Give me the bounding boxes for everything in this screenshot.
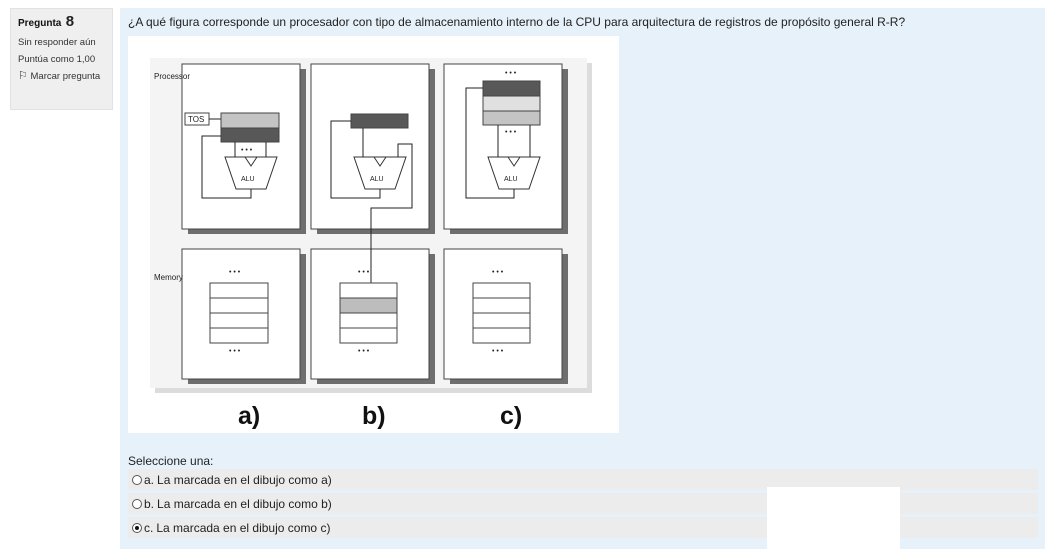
answer-label-a: La marcada en el dibujo como a)	[157, 472, 332, 487]
answer-option-c[interactable]: c. La marcada en el dibujo como c)	[128, 517, 1038, 538]
flag-question-link[interactable]: ⚐ Marcar pregunta	[18, 71, 105, 82]
stack-cell	[220, 112, 280, 129]
memory-cell	[339, 282, 398, 299]
question-number: 8	[65, 13, 75, 30]
memory-cell	[472, 282, 531, 299]
ellipsis: • • •	[492, 269, 504, 276]
question-score: Puntúa como 1,00	[18, 54, 96, 65]
ellipsis: • • •	[241, 147, 253, 154]
register	[482, 95, 541, 112]
answer-prefix-b: b.	[144, 496, 155, 511]
ellipsis: • • •	[358, 348, 370, 355]
stack-cell-top	[220, 127, 280, 143]
answer-label-c: La marcada en el dibujo como c)	[156, 520, 331, 535]
memory-label: Memory	[154, 273, 183, 282]
question-status: Sin responder aún	[18, 37, 96, 48]
accumulator-register	[350, 113, 409, 129]
memory-cell	[339, 327, 398, 344]
memory-cell	[209, 327, 269, 344]
select-one-prompt: Seleccione una:	[128, 454, 214, 468]
memory-cell	[472, 312, 531, 329]
register	[482, 80, 541, 97]
architecture-diagram: Processor Memory TOS • • • ALU ALU • • •…	[150, 58, 592, 430]
caption-c: c)	[500, 402, 522, 430]
ellipsis: • • •	[358, 269, 370, 276]
processor-panel-b	[310, 63, 430, 230]
memory-cell	[472, 297, 531, 314]
alu-label: ALU	[241, 176, 255, 183]
memory-cell	[209, 282, 269, 299]
alu-label: ALU	[370, 176, 384, 183]
ellipsis: • • •	[229, 348, 241, 355]
flag-icon: ⚐	[18, 70, 28, 82]
overlay-blank-box	[767, 487, 900, 557]
radio-button-c[interactable]	[132, 522, 142, 533]
memory-cell	[339, 312, 398, 329]
answer-option-b[interactable]: b. La marcada en el dibujo como b)	[128, 493, 1038, 514]
answer-prefix-a: a.	[144, 472, 155, 487]
ellipsis: • • •	[505, 129, 517, 136]
question-content: ¿A qué figura corresponde un procesador …	[120, 8, 1045, 549]
question-title-label: Pregunta	[18, 18, 62, 29]
caption-a: a)	[238, 402, 260, 430]
memory-cell	[209, 297, 269, 314]
caption-b: b)	[362, 402, 386, 430]
question-heading: Pregunta 8	[18, 13, 105, 31]
answer-option-a[interactable]: a. La marcada en el dibujo como a)	[128, 469, 1038, 490]
radio-button-a[interactable]	[132, 474, 142, 485]
answer-prefix-c: c.	[144, 520, 154, 535]
ellipsis: • • •	[505, 70, 517, 77]
memory-cell-highlight	[339, 297, 398, 314]
ellipsis: • • •	[229, 269, 241, 276]
question-figure: Processor Memory TOS • • • ALU ALU • • •…	[128, 36, 619, 433]
alu-label: ALU	[504, 176, 518, 183]
processor-label: Processor	[154, 72, 190, 81]
tos-label: TOS	[188, 115, 204, 124]
question-text: ¿A qué figura corresponde un procesador …	[128, 15, 906, 29]
memory-cell	[209, 312, 269, 329]
register	[482, 110, 541, 126]
ellipsis: • • •	[492, 348, 504, 355]
flag-label: Marcar pregunta	[30, 71, 101, 82]
answer-label-b: La marcada en el dibujo como b)	[157, 496, 332, 511]
memory-cell	[472, 327, 531, 344]
question-info-panel: Pregunta 8 Sin responder aún Puntúa como…	[10, 8, 113, 110]
radio-button-b[interactable]	[132, 498, 142, 509]
